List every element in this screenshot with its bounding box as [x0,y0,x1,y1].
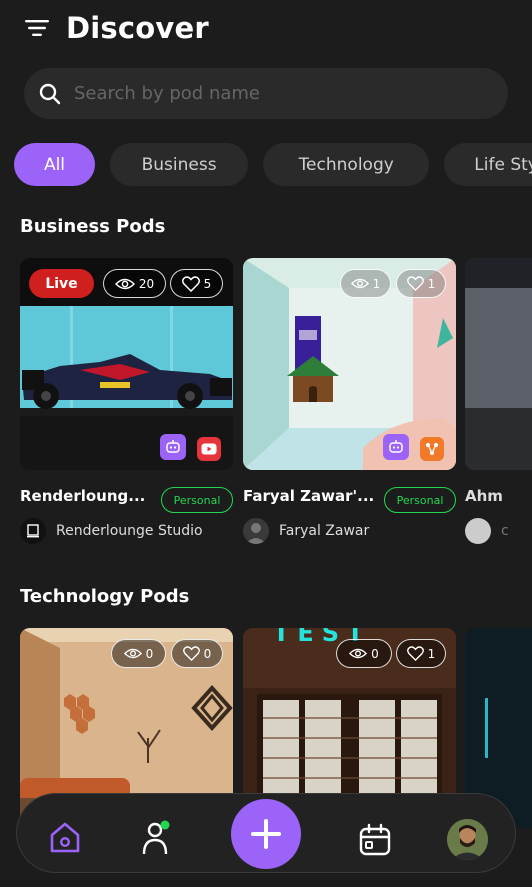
profile-icon[interactable] [137,818,177,858]
category-chip-all[interactable]: All [14,143,95,186]
category-chip-lifestyle[interactable]: Life Style [444,143,532,186]
likes-counter[interactable]: 5 [170,269,223,298]
search-bar[interactable] [24,68,508,119]
search-icon [39,83,61,104]
pod-card[interactable]: Live 20 5 Renderloung... Personal Render… [20,258,233,544]
robot-icon [383,434,409,460]
category-chip-technology[interactable]: Technology [263,143,430,186]
create-pod-button[interactable] [231,799,301,869]
eye-icon [114,278,135,289]
views-counter: 20 [103,269,166,298]
business-pods-row: Live 20 5 Renderloung... Personal Render… [20,258,532,558]
home-icon[interactable] [45,818,85,858]
pod-thumbnail[interactable]: Live 20 5 [20,258,233,470]
network-icon [420,437,444,461]
likes-counter[interactable]: 1 [396,269,446,298]
bottom-navigation [16,793,516,873]
likes-counter[interactable]: 1 [396,639,446,668]
menu-filter-icon[interactable] [24,15,50,41]
views-count: 1 [372,276,381,291]
pod-title[interactable]: Faryal Zawar'... [243,487,374,505]
eye-icon [350,278,369,289]
owner-name: c [501,523,509,539]
heart-icon [406,276,424,291]
owner-avatar [20,518,46,544]
pod-card[interactable]: 1 1 Faryal Zawar'... Personal Faryal Zaw… [243,258,456,544]
eye-icon [123,648,142,659]
room-scene-image [465,258,532,470]
likes-count: 1 [427,276,436,291]
plus-icon [251,819,281,849]
pod-card[interactable]: Ahm c [465,258,532,544]
likes-count: 0 [203,646,212,661]
likes-counter[interactable]: 0 [171,639,223,668]
page-title: Discover [66,11,209,45]
views-count: 0 [145,646,154,661]
section-title-technology: Technology Pods [20,586,190,607]
views-count: 0 [371,646,379,661]
personal-tag: Personal [161,487,233,513]
robot-icon [160,434,186,460]
category-chip-business[interactable]: Business [110,143,249,186]
section-title-business: Business Pods [20,216,166,237]
owner-name: Faryal Zawar [279,523,370,539]
owner-name: Renderlounge Studio [56,523,203,539]
pod-title[interactable]: Ahm [465,487,503,505]
heart-icon [181,275,200,292]
views-count: 20 [138,276,155,291]
pod-thumbnail[interactable] [465,258,532,470]
owner-avatar [243,518,269,544]
live-badge: Live [29,269,94,298]
likes-count: 5 [203,276,212,291]
views-counter: 0 [336,639,392,668]
category-filter: All Business Technology Life Style [14,143,532,187]
heart-icon [182,646,200,661]
calendar-icon[interactable] [355,820,395,860]
pod-owner[interactable]: Faryal Zawar [243,518,369,544]
views-counter: 0 [111,639,166,668]
pod-owner[interactable]: Renderlounge Studio [20,518,203,544]
pod-owner[interactable]: c [465,518,509,544]
heart-icon [406,646,424,661]
search-input[interactable] [74,83,474,104]
owner-avatar [465,518,491,544]
youtube-icon [197,437,221,461]
header: Discover [24,10,209,46]
pod-thumbnail[interactable]: 1 1 [243,258,456,470]
likes-count: 1 [427,646,436,661]
user-avatar[interactable] [447,819,488,860]
views-counter: 1 [340,269,391,298]
pod-title[interactable]: Renderloung... [20,487,145,505]
eye-icon [349,648,368,659]
personal-tag: Personal [384,487,456,513]
